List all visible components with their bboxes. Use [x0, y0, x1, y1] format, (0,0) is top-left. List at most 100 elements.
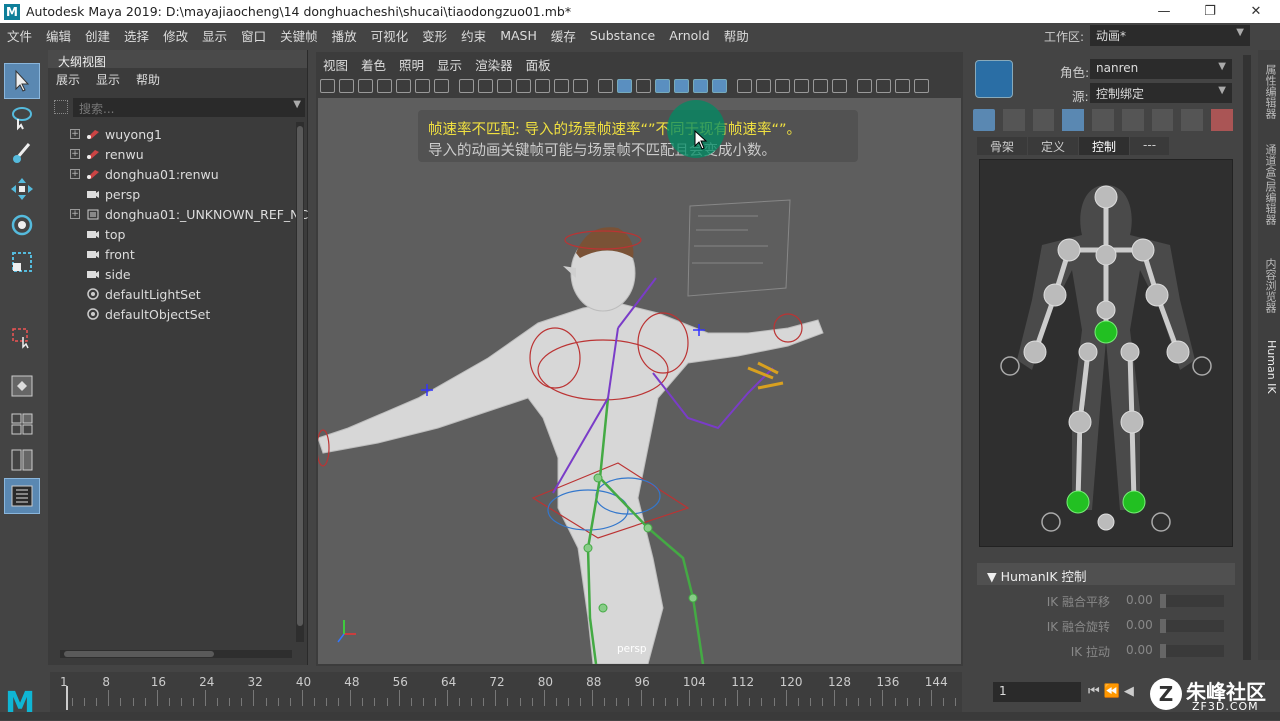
outliner-item[interactable]: front	[86, 244, 135, 264]
outliner-menu-help[interactable]: 帮助	[136, 71, 160, 88]
motion-blur-icon[interactable]	[737, 79, 752, 93]
reach-icon[interactable]	[1121, 109, 1144, 131]
outliner-item[interactable]: + donghua01:_UNKNOWN_REF_NC	[70, 204, 308, 224]
slider-track[interactable]	[1162, 645, 1224, 657]
expand-icon[interactable]: +	[70, 149, 80, 159]
pin-icon[interactable]	[1062, 109, 1085, 131]
tab-more[interactable]: ---	[1130, 137, 1170, 155]
maximize-button[interactable]: ❐	[1187, 0, 1233, 23]
skeleton-icon[interactable]	[1032, 109, 1055, 131]
four-view-button[interactable]	[5, 407, 39, 441]
shadows-icon[interactable]	[693, 79, 708, 93]
ik-blend-rotate-slider[interactable]: IK 融合旋转 0.00	[1000, 618, 1230, 636]
menu-create[interactable]: 创建	[78, 26, 117, 45]
outliner-item[interactable]: top	[86, 224, 125, 244]
menu-select[interactable]: 选择	[117, 26, 156, 45]
camera-attributes-icon[interactable]	[358, 79, 373, 93]
tab-definition[interactable]: 定义	[1028, 137, 1079, 155]
xray-icon[interactable]	[813, 79, 828, 93]
outliner-item[interactable]: + donghua01:renwu	[70, 164, 219, 184]
menu-deform[interactable]: 变形	[415, 26, 454, 45]
smooth-shade-icon[interactable]	[617, 79, 632, 93]
film-gate-icon[interactable]	[478, 79, 493, 93]
menu-substance[interactable]: Substance	[583, 28, 662, 43]
chevron-down-icon[interactable]: ▼	[293, 99, 301, 110]
textured-icon[interactable]	[655, 79, 670, 93]
scroll-thumb[interactable]	[297, 126, 303, 626]
select-camera-icon[interactable]	[320, 79, 335, 93]
menu-edit[interactable]: 编辑	[39, 26, 78, 45]
menu-mash[interactable]: MASH	[493, 28, 544, 43]
outliner-layout-button[interactable]	[4, 478, 40, 514]
outliner-search-input[interactable]: 搜索... ▼	[73, 98, 305, 117]
two-view-button[interactable]	[5, 443, 39, 477]
scale-tool-button[interactable]	[5, 245, 39, 279]
move-tool-button[interactable]	[5, 172, 39, 206]
vp-menu-panels[interactable]: 面板	[526, 55, 551, 74]
outliner-item[interactable]: + wuyong1	[70, 124, 162, 144]
body-part-icon[interactable]	[1002, 109, 1025, 131]
menu-cache[interactable]: 缓存	[544, 26, 583, 45]
slider-track[interactable]	[1162, 595, 1224, 607]
menu-help[interactable]: 帮助	[717, 26, 756, 45]
fk-icon[interactable]	[1092, 109, 1114, 131]
expand-icon[interactable]: +	[70, 129, 80, 139]
slider-handle[interactable]	[1160, 594, 1166, 608]
outliner-vscroll[interactable]	[296, 122, 304, 642]
close-button[interactable]: ✕	[1233, 0, 1279, 23]
tab-human-ik[interactable]: Human IK	[1260, 340, 1278, 394]
outliner-menu-display[interactable]: 显示	[96, 71, 120, 88]
depth-of-field-icon[interactable]	[775, 79, 790, 93]
last-tool-button[interactable]	[5, 320, 39, 354]
slider-handle[interactable]	[1160, 619, 1166, 633]
humanik-character-view[interactable]	[979, 159, 1233, 547]
single-view-button[interactable]	[5, 369, 39, 403]
current-time-indicator[interactable]	[66, 686, 68, 710]
tab-controls[interactable]: 控制	[1079, 137, 1130, 155]
step-back-key-icon[interactable]: ⏪	[1104, 684, 1120, 699]
vp-menu-renderer[interactable]: 渲染器	[475, 55, 513, 74]
paint-select-tool-button[interactable]	[5, 137, 39, 171]
vp-menu-shading[interactable]: 着色	[361, 55, 386, 74]
ik-pull-slider[interactable]: IK 拉动 0.00	[1000, 643, 1230, 661]
outliner-hscroll[interactable]	[60, 650, 292, 658]
wireframe-icon[interactable]	[598, 79, 613, 93]
step-back-frame-icon[interactable]: ◀	[1124, 684, 1134, 699]
slider-value[interactable]: 0.00	[1126, 618, 1153, 632]
filter-icon[interactable]	[54, 100, 68, 114]
select-tool-button[interactable]	[4, 63, 40, 99]
outliner-item[interactable]: defaultObjectSet	[86, 304, 210, 324]
grid-icon[interactable]	[459, 79, 474, 93]
workspace-dropdown[interactable]: 动画* ▼	[1090, 25, 1250, 46]
outliner-item[interactable]: + renwu	[70, 144, 144, 164]
menu-display[interactable]: 显示	[195, 26, 234, 45]
ambient-occlusion-icon[interactable]	[712, 79, 727, 93]
tab-content-browser[interactable]: 内容浏览器	[1260, 258, 1278, 313]
outliner-item[interactable]: persp	[86, 184, 140, 204]
menu-playback[interactable]: 播放	[325, 26, 364, 45]
tab-skeleton[interactable]: 骨架	[977, 137, 1028, 155]
menu-file[interactable]: 文件	[0, 26, 39, 45]
2d-pan-icon[interactable]	[415, 79, 430, 93]
tab-attribute-editor[interactable]: 属性编辑器	[1260, 64, 1278, 119]
antialias-icon[interactable]	[756, 79, 771, 93]
source-dropdown[interactable]: 控制绑定 ▼	[1090, 83, 1232, 103]
current-frame-field[interactable]: 1	[993, 682, 1081, 702]
rotate-tool-button[interactable]	[5, 208, 39, 242]
grease-pencil-icon[interactable]	[434, 79, 449, 93]
character-dropdown[interactable]: nanren ▼	[1090, 59, 1232, 79]
ik-blend-translate-slider[interactable]: IK 融合平移 0.00	[1000, 593, 1230, 611]
mirror-icon[interactable]	[1181, 109, 1204, 131]
resolution-gate-icon[interactable]	[497, 79, 512, 93]
hud-icon[interactable]	[876, 79, 891, 93]
time-slider[interactable]: 1 8 16 24 32 40 48 56 64 72 80 88 96 104 112 120 128 136 1…	[50, 672, 962, 712]
minimize-button[interactable]: —	[1141, 0, 1187, 23]
vp-menu-view[interactable]: 视图	[323, 55, 348, 74]
menu-modify[interactable]: 修改	[156, 26, 195, 45]
outliner-item[interactable]: side	[86, 264, 131, 284]
menu-windows[interactable]: 窗口	[234, 26, 273, 45]
expand-icon[interactable]: +	[70, 209, 80, 219]
lock-camera-icon[interactable]	[339, 79, 354, 93]
menu-key[interactable]: 关键帧	[273, 26, 325, 45]
full-body-icon[interactable]	[973, 109, 995, 131]
